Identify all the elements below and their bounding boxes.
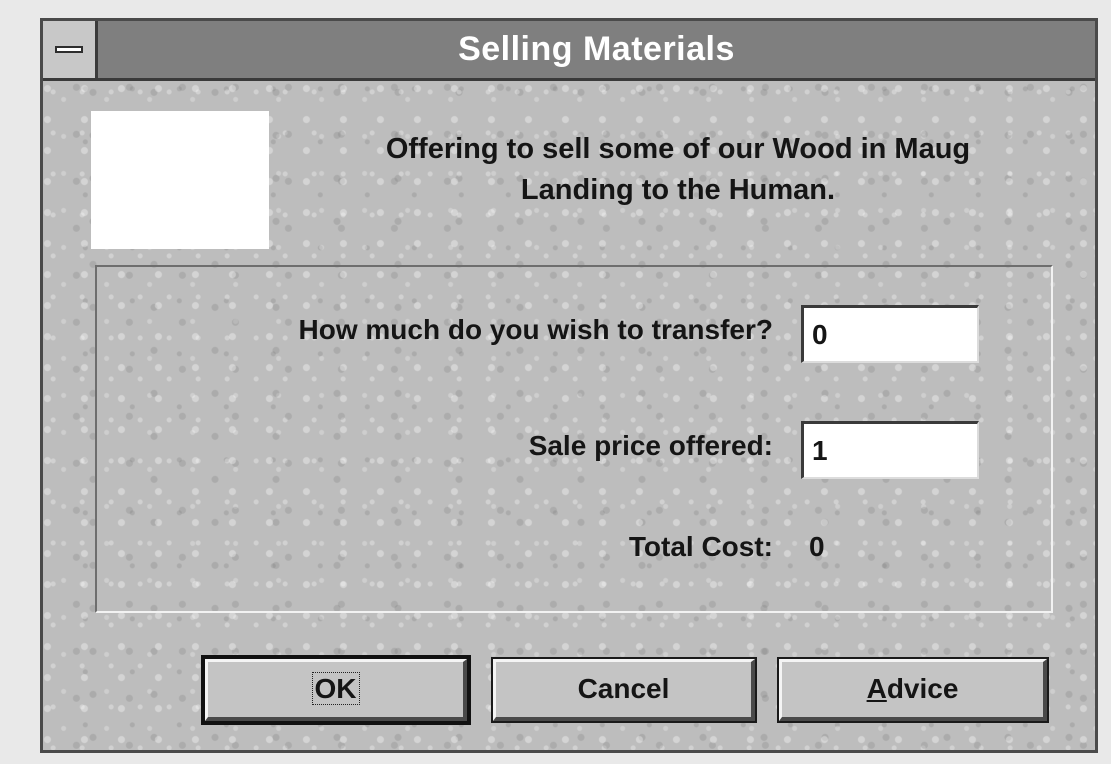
transfer-amount-input[interactable] [801,305,979,363]
system-menu-button[interactable] [43,21,98,78]
total-cost-label: Total Cost: [628,531,773,562]
title-bar[interactable]: Selling Materials [43,21,1095,81]
offer-description-line-1: Offering to sell some of our Wood in Mau… [385,133,971,165]
ok-button[interactable]: OK [201,655,471,725]
minus-bar-icon [55,46,83,53]
ok-button-label: OK [311,672,360,705]
advice-button-label: Advice [867,673,959,704]
sale-price-input[interactable] [801,421,979,479]
offer-description: Offering to sell some of our Wood in Mau… [283,129,1073,211]
material-image-placeholder [91,111,269,249]
sale-price-label: Sale price offered: [528,430,773,461]
advice-button-label-rest: dvice [886,673,959,704]
window-title: Selling Materials [458,30,735,68]
transfer-amount-label: How much do you wish to transfer? [298,314,773,345]
total-cost-value: 0 [809,531,825,562]
cancel-button[interactable]: Cancel [491,657,757,723]
offer-description-line-2: Landing to the Human. [520,174,836,206]
advice-accelerator-key: A [866,673,887,704]
advice-button[interactable]: Advice [777,657,1049,723]
cancel-button-label: Cancel [577,673,670,704]
selling-materials-dialog: Selling Materials Offering to sell some … [40,18,1098,753]
